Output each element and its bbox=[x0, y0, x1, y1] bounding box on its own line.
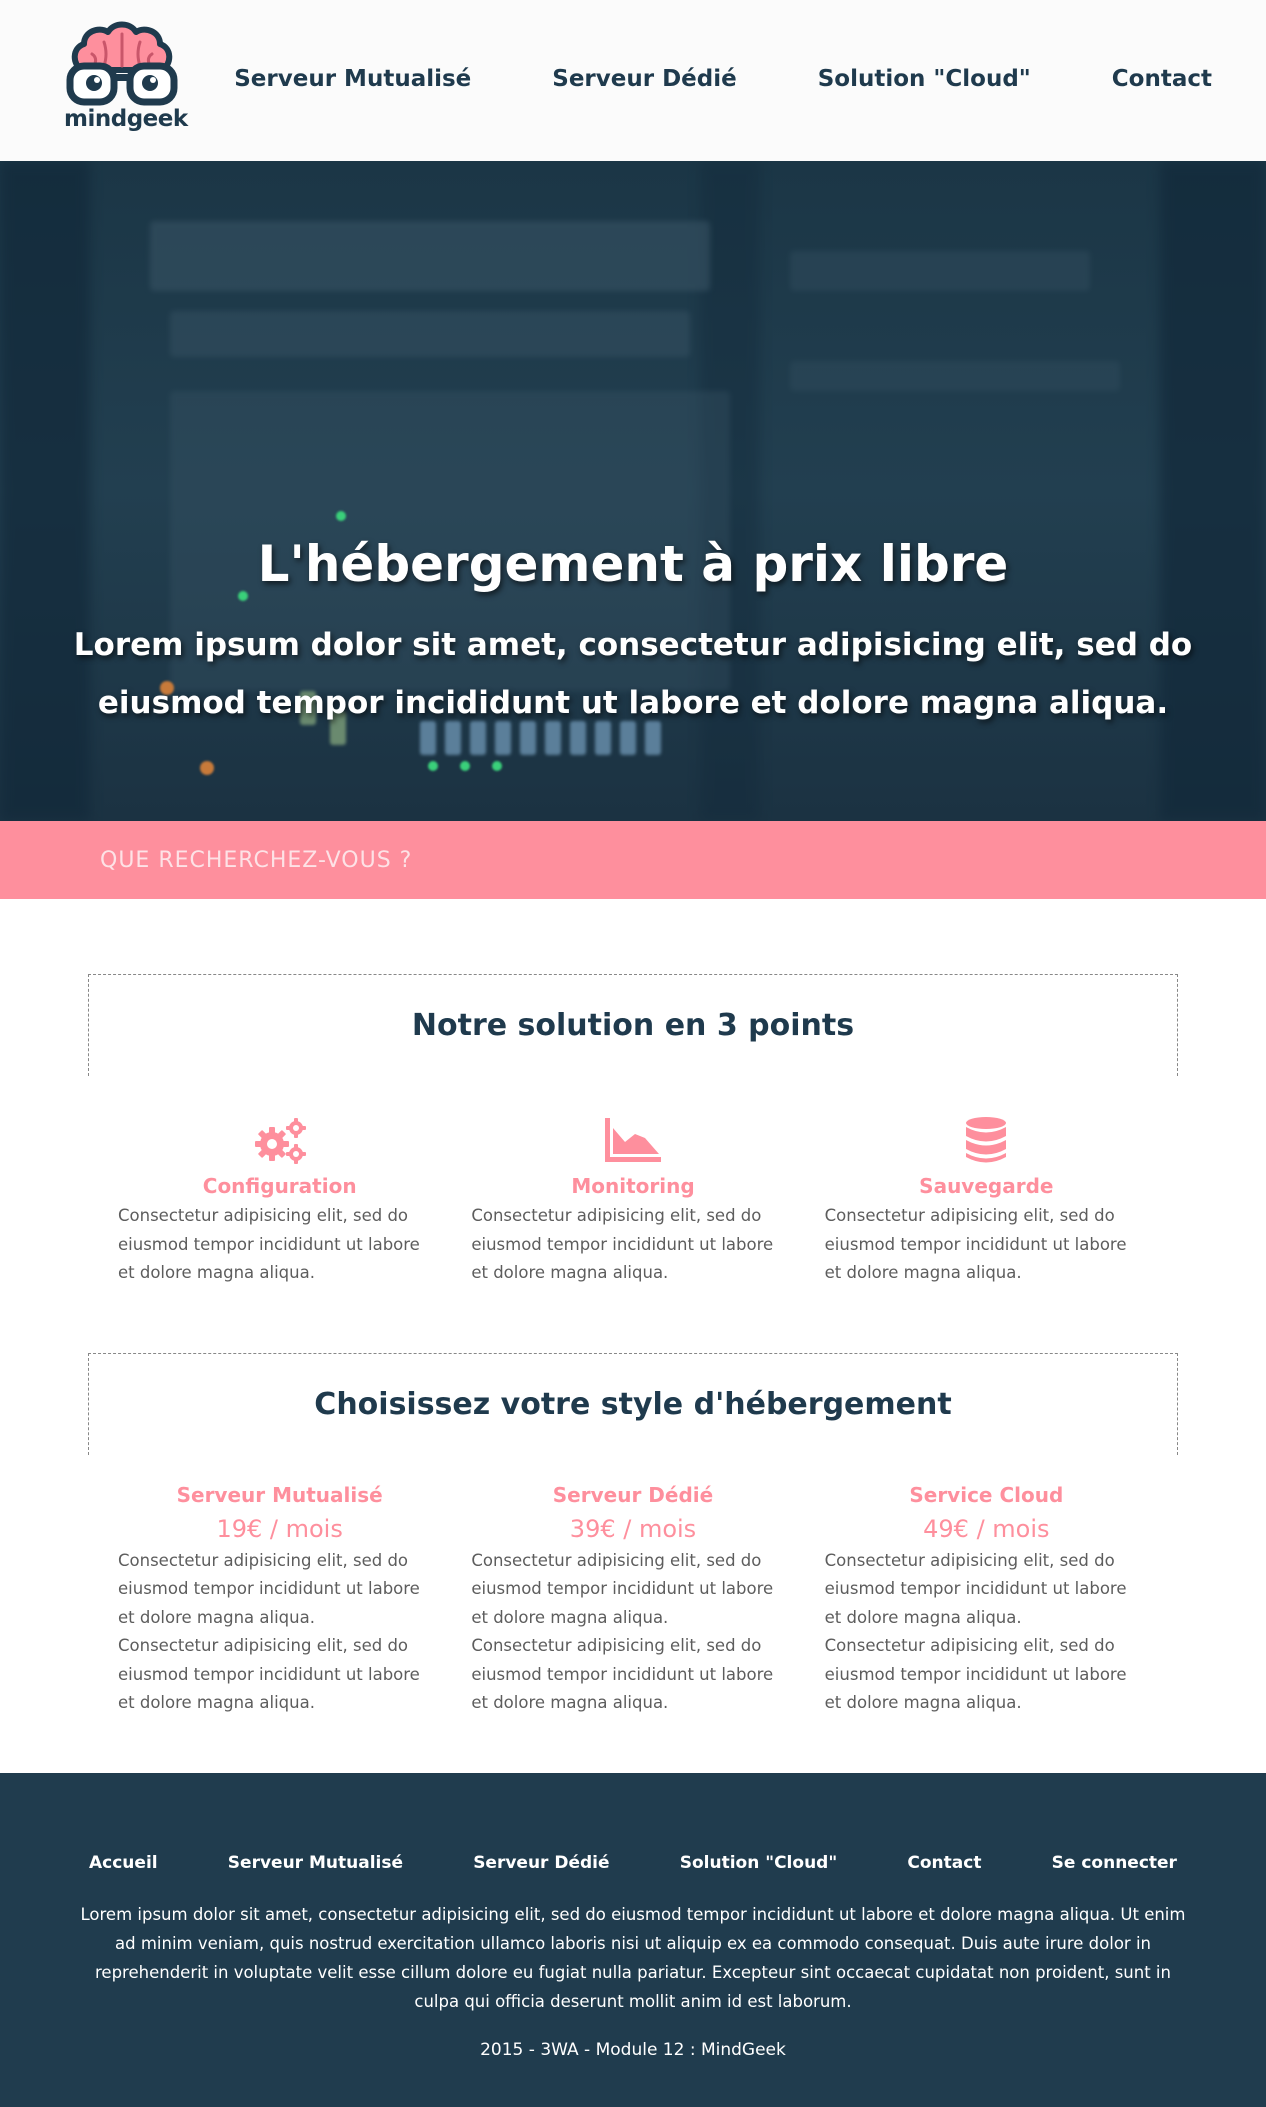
plan-text: Consectetur adipisicing elit, sed do eiu… bbox=[824, 1550, 1127, 1627]
feature-text: Consectetur adipisicing elit, sed do eiu… bbox=[118, 1206, 420, 1282]
feature-title: Monitoring bbox=[571, 1174, 695, 1198]
plan-price: 39€ / mois bbox=[569, 1514, 697, 1543]
hero-subtitle: Lorem ipsum dolor sit amet, consectetur … bbox=[73, 627, 1193, 721]
feature-monitoring: Monitoring Consectetur adipisicing elit,… bbox=[456, 1116, 809, 1288]
features-section: Notre solution en 3 points Configuration… bbox=[88, 974, 1178, 1288]
search-input[interactable] bbox=[100, 847, 800, 873]
plans-section: Choisissez votre style d'hébergement Ser… bbox=[88, 1352, 1178, 1718]
main-nav: Serveur Mutualisé Serveur Dédié Solution… bbox=[153, 66, 1212, 92]
plan-text: Consectetur adipisicing elit, sed do eiu… bbox=[118, 1550, 420, 1627]
feature-sauvegarde: Sauvegarde Consectetur adipisicing elit,… bbox=[810, 1116, 1163, 1288]
plan-text: Consectetur adipisicing elit, sed do eiu… bbox=[471, 1636, 774, 1712]
footer-link-serveur-mutualise[interactable]: Serveur Mutualisé bbox=[228, 1853, 403, 1873]
plan-serveur-mutualise: Serveur Mutualisé 19€ / mois Consectetur… bbox=[103, 1483, 456, 1718]
hero-banner: L'hébergement à prix libre Lorem ipsum d… bbox=[0, 161, 1266, 821]
footer-link-solution-cloud[interactable]: Solution "Cloud" bbox=[680, 1853, 837, 1873]
area-chart-icon bbox=[604, 1118, 661, 1162]
database-icon bbox=[966, 1117, 1007, 1163]
plan-title[interactable]: Serveur Dédié bbox=[471, 1483, 794, 1507]
brain-glasses-icon bbox=[66, 21, 178, 106]
feature-title: Sauvegarde bbox=[919, 1174, 1054, 1198]
plans-title-box: Choisissez votre style d'hébergement bbox=[88, 1352, 1178, 1455]
footer-link-contact[interactable]: Contact bbox=[907, 1853, 981, 1873]
footer-link-accueil[interactable]: Accueil bbox=[89, 1853, 158, 1873]
plan-text: Consectetur adipisicing elit, sed do eiu… bbox=[118, 1636, 420, 1712]
plan-serveur-dedie: Serveur Dédié 39€ / mois Consectetur adi… bbox=[456, 1483, 809, 1718]
plan-title[interactable]: Service Cloud bbox=[825, 1483, 1148, 1507]
plan-text: Consectetur adipisicing elit, sed do eiu… bbox=[824, 1636, 1127, 1712]
plans-title: Choisissez votre style d'hébergement bbox=[314, 1386, 952, 1422]
nav-item-contact[interactable]: Contact bbox=[1112, 66, 1212, 92]
footer-text: Lorem ipsum dolor sit amet, consectetur … bbox=[80, 1905, 1186, 2011]
features-title: Notre solution en 3 points bbox=[411, 1008, 855, 1043]
gears-icon bbox=[254, 1118, 306, 1164]
hero-title: L'hébergement à prix libre bbox=[257, 535, 1009, 593]
logo-text: mindgeek bbox=[64, 106, 188, 132]
plan-service-cloud: Service Cloud 49€ / mois Consectetur adi… bbox=[810, 1483, 1163, 1718]
nav-item-serveur-mutualise[interactable]: Serveur Mutualisé bbox=[234, 66, 471, 92]
features-title-box: Notre solution en 3 points bbox=[88, 974, 1178, 1076]
footer-copyright: 2015 - 3WA - Module 12 : MindGeek bbox=[480, 2040, 786, 2060]
plan-price: 19€ / mois bbox=[216, 1514, 343, 1543]
nav-item-solution-cloud[interactable]: Solution "Cloud" bbox=[818, 66, 1031, 92]
feature-title: Configuration bbox=[202, 1174, 357, 1198]
footer-link-se-connecter[interactable]: Se connecter bbox=[1052, 1853, 1177, 1873]
feature-configuration: Configuration Consectetur adipisicing el… bbox=[103, 1116, 456, 1288]
feature-text: Consectetur adipisicing elit, sed do eiu… bbox=[824, 1206, 1127, 1282]
site-footer: Accueil Serveur Mutualisé Serveur Dédié … bbox=[0, 1773, 1266, 2107]
footer-link-serveur-dedie[interactable]: Serveur Dédié bbox=[473, 1853, 609, 1873]
search-bar bbox=[0, 821, 1266, 899]
nav-item-serveur-dedie[interactable]: Serveur Dédié bbox=[552, 66, 736, 92]
feature-text: Consectetur adipisicing elit, sed do eiu… bbox=[471, 1206, 774, 1282]
footer-nav: Accueil Serveur Mutualisé Serveur Dédié … bbox=[0, 1853, 1266, 1873]
plan-price: 49€ / mois bbox=[923, 1514, 1050, 1543]
site-header: mindgeek Serveur Mutualisé Serveur Dédié… bbox=[0, 0, 1266, 161]
plan-title[interactable]: Serveur Mutualisé bbox=[118, 1483, 441, 1507]
plan-text: Consectetur adipisicing elit, sed do eiu… bbox=[471, 1550, 774, 1627]
